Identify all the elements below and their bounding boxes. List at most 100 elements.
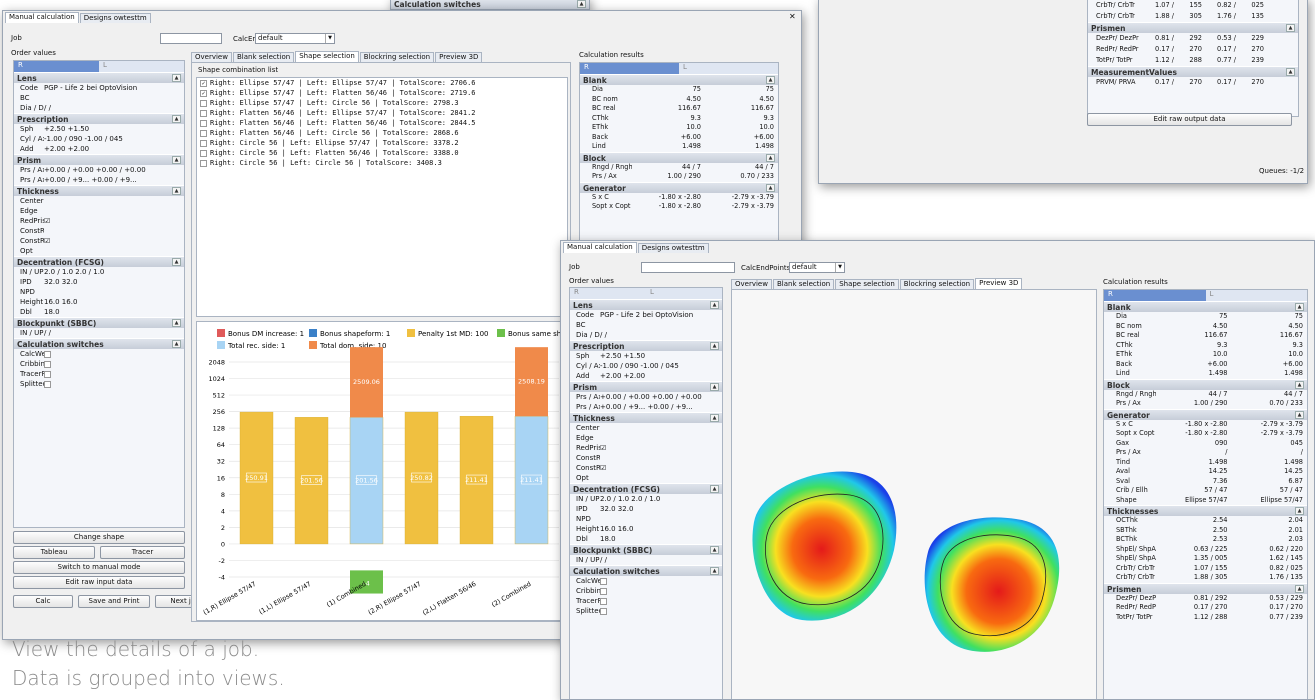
- checkbox[interactable]: [44, 380, 51, 388]
- switch-manual-button[interactable]: Switch to manual mode: [13, 561, 185, 574]
- checkbox[interactable]: [200, 119, 207, 127]
- row-value[interactable]: -1.00 / 090 -1.00 / 045: [600, 361, 722, 371]
- checkbox[interactable]: ✓: [200, 79, 207, 87]
- row-value[interactable]: 16.0 16.0: [44, 297, 184, 307]
- collapse-icon[interactable]: ▲: [710, 342, 719, 350]
- row-value[interactable]: [44, 246, 184, 256]
- thicknesses-section[interactable]: Thicknesses ▲: [1104, 505, 1307, 516]
- thickness-section[interactable]: Thickness ▲: [14, 185, 184, 196]
- calc-switches-section[interactable]: Calculation switches ▲: [391, 0, 589, 9]
- collapse-icon[interactable]: ▲: [172, 115, 181, 123]
- back-measurement-section[interactable]: MeasurementValues ▲: [1088, 66, 1298, 77]
- collapse-icon[interactable]: ▲: [1295, 507, 1304, 515]
- checkbox[interactable]: [44, 350, 51, 358]
- lens-section[interactable]: Lens ▲: [570, 299, 722, 310]
- lens-preview-3d[interactable]: [732, 290, 1097, 700]
- shape-list-item[interactable]: Right: Circle 56 | Left: Flatten 56/46 |…: [197, 148, 567, 158]
- row-value[interactable]: 2.0 / 1.0 2.0 / 1.0: [44, 267, 184, 277]
- row-value[interactable]: ☑: [44, 236, 184, 246]
- checkbox[interactable]: [200, 99, 207, 107]
- row-value[interactable]: / /: [44, 328, 184, 338]
- decentration-section[interactable]: Decentration (FCSG) ▲: [14, 256, 184, 267]
- shape-list-item[interactable]: ✓ Right: Ellipse 57/47 | Left: Flatten 56…: [197, 88, 567, 98]
- row-value[interactable]: [44, 287, 184, 297]
- row-value[interactable]: 32.0 32.0: [600, 504, 722, 514]
- tracer-button[interactable]: Tracer: [100, 546, 185, 559]
- collapse-icon[interactable]: ▲: [172, 258, 181, 266]
- row-value[interactable]: ☑: [600, 463, 722, 473]
- row-value[interactable]: / /: [600, 330, 722, 340]
- prescription-section[interactable]: Prescription ▲: [570, 340, 722, 351]
- row-value[interactable]: [44, 226, 184, 236]
- calc-switches-section[interactable]: Calculation switches ▲: [570, 565, 722, 576]
- row-value[interactable]: +0.00 / +0.00 +0.00 / +0.00: [600, 392, 722, 402]
- row-value[interactable]: [600, 320, 722, 330]
- collapse-icon[interactable]: ▲: [710, 485, 719, 493]
- block-section[interactable]: Block ▲: [580, 151, 778, 163]
- tab-preview-3d[interactable]: Preview 3D: [435, 52, 483, 62]
- collapse-icon[interactable]: ▲: [577, 0, 586, 8]
- job-input[interactable]: [160, 33, 222, 44]
- close-icon[interactable]: ✕: [789, 12, 796, 21]
- checkbox[interactable]: [44, 360, 51, 368]
- row-value[interactable]: +2.50 +1.50: [600, 351, 722, 361]
- checkbox[interactable]: [600, 587, 607, 595]
- collapse-icon[interactable]: ▲: [1295, 380, 1304, 389]
- collapse-icon[interactable]: ▲: [172, 187, 181, 195]
- shape-list-item[interactable]: Right: Flatten 56/46 | Left: Ellipse 57/…: [197, 108, 567, 118]
- collapse-icon[interactable]: ▲: [1295, 410, 1304, 419]
- checkbox[interactable]: [200, 149, 207, 157]
- collapse-icon[interactable]: ▲: [1286, 68, 1295, 76]
- change-shape-button[interactable]: Change shape: [13, 531, 185, 544]
- calcendpoints-select-2[interactable]: default ▼: [789, 262, 845, 273]
- row-value[interactable]: 16.0 16.0: [600, 524, 722, 534]
- prismen-section[interactable]: Prismen ▲: [1104, 582, 1307, 594]
- checkbox[interactable]: [200, 159, 207, 167]
- row-value[interactable]: [44, 206, 184, 216]
- tab-designs[interactable]: Designs owtesttm: [79, 13, 151, 23]
- checkbox[interactable]: ✓: [200, 89, 207, 97]
- prism-section[interactable]: Prism ▲: [570, 381, 722, 392]
- tab-overview[interactable]: Overview: [191, 52, 232, 62]
- collapse-icon[interactable]: ▲: [172, 319, 181, 327]
- row-value[interactable]: [600, 433, 722, 443]
- checkbox[interactable]: [200, 129, 207, 137]
- collapse-icon[interactable]: ▲: [710, 414, 719, 422]
- row-value[interactable]: +0.00 / +9... +0.00 / +9...: [44, 175, 184, 185]
- collapse-icon[interactable]: ▲: [172, 156, 181, 164]
- row-value[interactable]: PGP - Life 2 bei OptoVision: [600, 310, 722, 320]
- shape-list-item[interactable]: Right: Flatten 56/46 | Left: Flatten 56/…: [197, 118, 567, 128]
- checkbox[interactable]: [200, 139, 207, 147]
- row-value[interactable]: 2.0 / 1.0 2.0 / 1.0: [600, 494, 722, 504]
- tableau-button[interactable]: Tableau: [13, 546, 95, 559]
- generator-section[interactable]: Generator ▲: [580, 181, 778, 193]
- checkbox[interactable]: [600, 607, 607, 615]
- tab-blank-selection[interactable]: Blank selection: [232, 52, 295, 62]
- block-section[interactable]: Block ▲: [1104, 378, 1307, 390]
- checkbox[interactable]: [200, 109, 207, 117]
- tab-manual-calculation-2[interactable]: Manual calculation: [563, 242, 637, 253]
- calc-button[interactable]: Calc: [13, 595, 73, 608]
- row-value[interactable]: [44, 196, 184, 206]
- blockpunkt-section[interactable]: Blockpunkt (SBBC) ▲: [570, 544, 722, 555]
- row-value[interactable]: 18.0: [600, 534, 722, 544]
- row-value[interactable]: ☑: [600, 443, 722, 453]
- shape-list-item[interactable]: ✓ Right: Ellipse 57/47 | Left: Ellipse 57…: [197, 78, 567, 88]
- checkbox[interactable]: [600, 597, 607, 605]
- shape-combination-list[interactable]: ✓ Right: Ellipse 57/47 | Left: Ellipse 57…: [196, 77, 568, 317]
- decentration-section[interactable]: Decentration (FCSG) ▲: [570, 483, 722, 494]
- row-value[interactable]: [600, 473, 722, 483]
- generator-section[interactable]: Generator ▲: [1104, 408, 1307, 420]
- row-value[interactable]: 32.0 32.0: [44, 277, 184, 287]
- row-value[interactable]: / /: [44, 103, 184, 113]
- tab-blockring-selection-2[interactable]: Blockring selection: [899, 279, 975, 289]
- shape-list-item[interactable]: Right: Circle 56 | Left: Ellipse 57/47 |…: [197, 138, 567, 148]
- row-value[interactable]: [44, 93, 184, 103]
- edit-raw-output-button[interactable]: Edit raw output data: [1087, 113, 1292, 126]
- tab-blank-selection-2[interactable]: Blank selection: [772, 279, 835, 289]
- collapse-icon[interactable]: ▲: [172, 340, 181, 348]
- row-value[interactable]: PGP - Life 2 bei OptoVision: [44, 83, 184, 93]
- prism-section[interactable]: Prism ▲: [14, 154, 184, 165]
- tab-shape-selection[interactable]: Shape selection: [295, 51, 359, 62]
- shape-list-item[interactable]: Right: Circle 56 | Left: Circle 56 | Tot…: [197, 158, 567, 168]
